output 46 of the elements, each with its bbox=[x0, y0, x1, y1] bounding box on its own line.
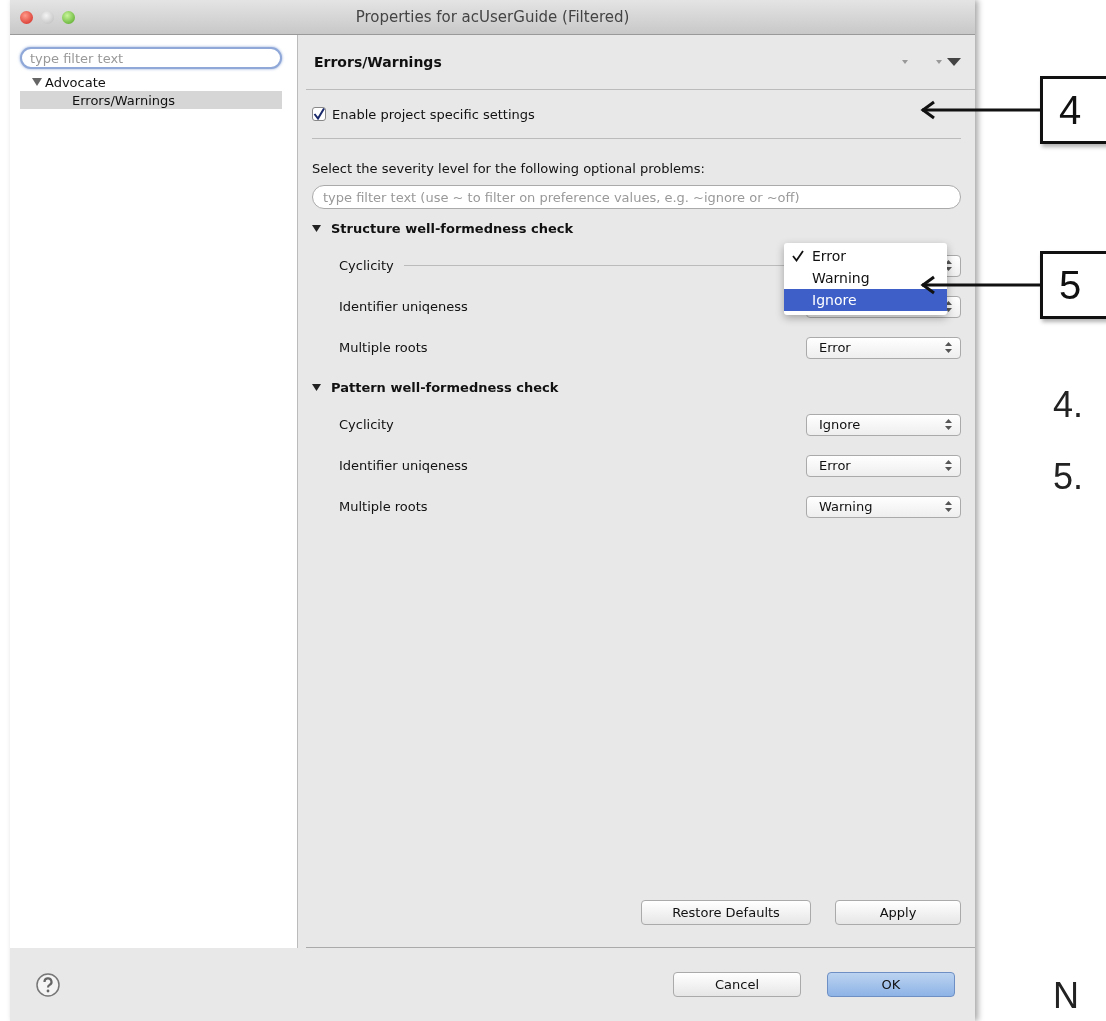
tree-item[interactable]: Advocate bbox=[20, 73, 287, 91]
annotation-text: 5. bbox=[1053, 456, 1084, 498]
checkbox[interactable] bbox=[312, 107, 326, 121]
stepper-arrows-icon bbox=[945, 501, 952, 512]
section-header[interactable]: Pattern well-formedness check bbox=[312, 370, 961, 404]
menu-item[interactable]: Warning bbox=[784, 267, 947, 289]
annotation-text: 4. bbox=[1053, 384, 1084, 426]
stepper-arrows-icon bbox=[945, 260, 952, 271]
ok-button[interactable]: OK bbox=[827, 972, 955, 997]
window-title: Properties for acUserGuide (Filtered) bbox=[355, 8, 630, 26]
view-menu-icon[interactable] bbox=[947, 58, 961, 66]
menu-item[interactable]: Ignore bbox=[784, 289, 947, 311]
disclosure-triangle-icon[interactable] bbox=[312, 224, 321, 232]
severity-dropdown[interactable]: Error bbox=[806, 454, 961, 477]
stepper-arrows-icon bbox=[945, 419, 952, 430]
stepper-arrows-icon bbox=[945, 301, 952, 312]
setting-label: Multiple roots bbox=[339, 499, 428, 514]
page-title: Errors/Warnings bbox=[314, 54, 442, 70]
stepper-arrows-icon bbox=[945, 460, 952, 471]
severity-dropdown[interactable]: Warning bbox=[806, 495, 961, 518]
setting-label: Cyclicity bbox=[339, 258, 394, 273]
severity-dropdown[interactable]: Ignore bbox=[806, 413, 961, 436]
annotation-text: N bbox=[1053, 975, 1079, 1017]
callout-number: 5 bbox=[1059, 262, 1082, 308]
checkbox-label[interactable]: Enable project specific settings bbox=[332, 106, 535, 122]
close-icon[interactable] bbox=[20, 10, 33, 24]
apply-button[interactable]: Apply bbox=[835, 900, 961, 925]
disclosure-triangle-icon[interactable] bbox=[32, 77, 42, 87]
help-icon[interactable] bbox=[36, 972, 60, 997]
setting-label: Cyclicity bbox=[339, 417, 394, 432]
callout-number: 4 bbox=[1059, 87, 1082, 133]
instruction-text: Select the severity level for the following optional problems: bbox=[312, 161, 706, 176]
stepper-arrows-icon bbox=[945, 342, 952, 353]
tree-item[interactable]: Errors/Warnings bbox=[20, 91, 282, 109]
severity-dropdown[interactable]: Error bbox=[806, 336, 961, 359]
disclosure-triangle-icon[interactable] bbox=[312, 383, 321, 391]
restore-defaults-button[interactable]: Restore Defaults bbox=[641, 900, 811, 925]
filter-field[interactable]: type filter text bbox=[20, 47, 282, 69]
checkmark-icon bbox=[792, 250, 804, 262]
setting-label: Multiple roots bbox=[339, 340, 428, 355]
setting-label: Identifier uniqeness bbox=[339, 458, 468, 473]
section-header[interactable]: Structure well-formedness check bbox=[312, 211, 961, 245]
cancel-button[interactable]: Cancel bbox=[673, 972, 801, 997]
setting-label: Identifier uniqeness bbox=[339, 299, 468, 314]
filter-field[interactable]: type filter text (use ~ to filter on preference values, e.g. ~ignore or ~off) bbox=[312, 185, 961, 209]
menu-item[interactable]: Error bbox=[784, 245, 947, 267]
